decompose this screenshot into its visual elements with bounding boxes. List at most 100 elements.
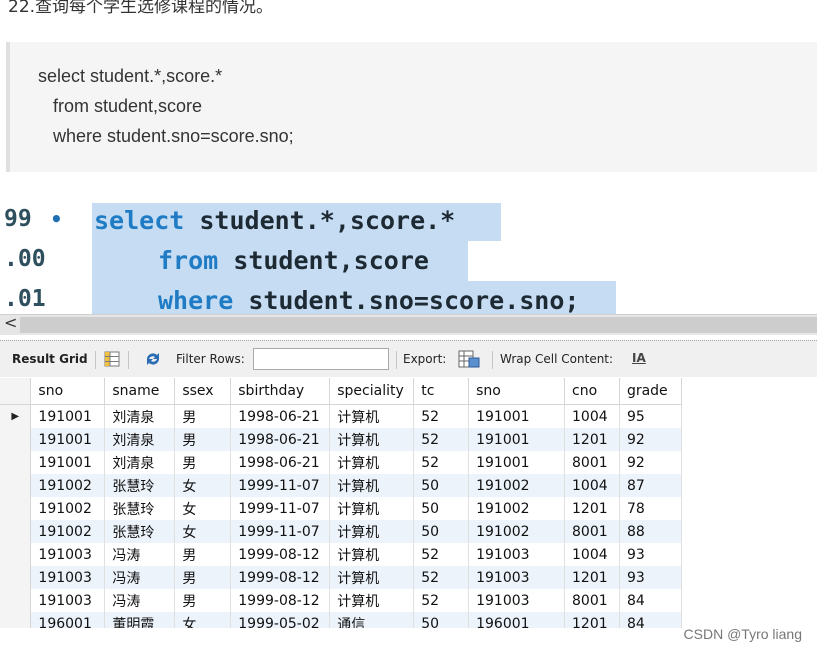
column-header[interactable]: grade — [619, 378, 682, 405]
table-cell[interactable]: 张慧玲 — [104, 497, 176, 520]
result-grid[interactable]: sno sname ssex sbirthday speciality tc sno cno g… — [0, 378, 682, 628]
table-cell[interactable]: 191002 — [468, 520, 565, 543]
table-cell[interactable]: 52 — [413, 451, 470, 474]
table-cell[interactable]: 191001 — [30, 404, 106, 428]
table-cell[interactable]: 通信 — [329, 612, 415, 628]
row-marker[interactable] — [0, 543, 32, 566]
table-cell[interactable]: 191002 — [468, 497, 565, 520]
table-cell[interactable]: 计算机 — [329, 404, 415, 428]
table-cell[interactable]: 87 — [619, 474, 682, 497]
table-cell[interactable]: 计算机 — [329, 589, 415, 612]
table-cell[interactable]: 男 — [174, 589, 232, 612]
table-cell[interactable]: 1999-08-12 — [230, 543, 331, 566]
table-row[interactable]: 191002 张慧玲女 1999-11-07 计算机 50 191002 8001 88 — [0, 520, 682, 543]
table-cell[interactable]: 92 — [619, 428, 682, 451]
table-cell[interactable]: 93 — [619, 566, 682, 589]
table-cell[interactable]: 1201 — [564, 497, 620, 520]
column-header[interactable]: cno — [564, 378, 620, 405]
row-marker[interactable] — [0, 451, 32, 474]
row-marker[interactable] — [0, 474, 32, 497]
column-header[interactable]: sno — [468, 378, 565, 405]
table-row[interactable]: ▶ 191001 刘清泉男 1998-06-21 计算机 52 191001 1004 95 — [0, 404, 682, 428]
column-header[interactable]: speciality — [329, 378, 415, 405]
refresh-icon[interactable] — [143, 350, 163, 368]
table-cell[interactable]: 52 — [413, 543, 470, 566]
table-cell[interactable]: 1998-06-21 — [230, 451, 331, 474]
export-icon[interactable] — [458, 350, 480, 368]
table-cell[interactable]: 张慧玲 — [104, 474, 176, 497]
row-marker[interactable] — [0, 589, 32, 612]
column-header[interactable]: sbirthday — [230, 378, 331, 405]
table-row[interactable]: 196001 董明霞女 1999-05-02 通信 50 196001 1201 84 — [0, 612, 682, 628]
table-cell[interactable]: 191003 — [468, 543, 565, 566]
table-cell[interactable]: 84 — [619, 589, 682, 612]
table-cell[interactable]: 52 — [413, 428, 470, 451]
column-header[interactable]: sno — [30, 378, 106, 405]
table-cell[interactable]: 191001 — [30, 428, 106, 451]
row-marker[interactable]: ▶ — [0, 404, 32, 428]
table-cell[interactable]: 93 — [619, 543, 682, 566]
table-cell[interactable]: 1998-06-21 — [230, 428, 331, 451]
table-cell[interactable]: 52 — [413, 404, 470, 428]
table-cell[interactable]: 196001 — [468, 612, 565, 628]
table-cell[interactable]: 1999-08-12 — [230, 589, 331, 612]
table-cell[interactable]: 刘清泉 — [104, 428, 176, 451]
table-cell[interactable]: 1201 — [564, 428, 620, 451]
table-cell[interactable]: 8001 — [564, 451, 620, 474]
table-row[interactable]: 191001 刘清泉男 1998-06-21 计算机 52 191001 8001 92 — [0, 451, 682, 474]
table-cell[interactable]: 191002 — [30, 520, 106, 543]
row-marker[interactable] — [0, 566, 32, 589]
table-cell[interactable]: 女 — [174, 497, 232, 520]
table-cell[interactable]: 男 — [174, 451, 232, 474]
table-cell[interactable]: 191002 — [468, 474, 565, 497]
result-grid-tab[interactable]: Result Grid — [12, 352, 88, 366]
grid-view-icon[interactable] — [104, 351, 120, 367]
table-cell[interactable]: 男 — [174, 566, 232, 589]
table-cell[interactable]: 冯涛 — [104, 566, 176, 589]
horizontal-scrollbar[interactable]: < — [0, 313, 817, 335]
table-cell[interactable]: 1998-06-21 — [230, 404, 331, 428]
table-cell[interactable]: 男 — [174, 543, 232, 566]
table-cell[interactable]: 男 — [174, 404, 232, 428]
table-cell[interactable]: 191003 — [30, 589, 106, 612]
table-cell[interactable]: 84 — [619, 612, 682, 628]
column-header[interactable]: tc — [413, 378, 470, 405]
table-cell[interactable]: 191003 — [468, 566, 565, 589]
table-cell[interactable]: 95 — [619, 404, 682, 428]
table-cell[interactable]: 78 — [619, 497, 682, 520]
table-row[interactable]: 191002 张慧玲女 1999-11-07 计算机 50 191002 1004 87 — [0, 474, 682, 497]
table-cell[interactable]: 191001 — [468, 404, 565, 428]
sql-editor[interactable]: 99 • select student.*,score.* .00 from s… — [0, 195, 817, 315]
column-header[interactable]: ssex — [174, 378, 232, 405]
column-header[interactable]: sname — [104, 378, 176, 405]
table-cell[interactable]: 191002 — [30, 497, 106, 520]
table-cell[interactable]: 1999-08-12 — [230, 566, 331, 589]
table-cell[interactable]: 1999-11-07 — [230, 520, 331, 543]
table-cell[interactable]: 计算机 — [329, 428, 415, 451]
table-cell[interactable]: 8001 — [564, 589, 620, 612]
table-cell[interactable]: 1004 — [564, 474, 620, 497]
table-cell[interactable]: 计算机 — [329, 497, 415, 520]
scrollbar-track[interactable] — [20, 317, 817, 333]
table-cell[interactable]: 50 — [413, 520, 470, 543]
table-cell[interactable]: 191001 — [468, 451, 565, 474]
table-cell[interactable]: 刘清泉 — [104, 451, 176, 474]
row-marker[interactable] — [0, 520, 32, 543]
table-cell[interactable]: 冯涛 — [104, 589, 176, 612]
table-cell[interactable]: 张慧玲 — [104, 520, 176, 543]
table-cell[interactable]: 计算机 — [329, 474, 415, 497]
table-cell[interactable]: 计算机 — [329, 520, 415, 543]
table-cell[interactable]: 董明霞 — [104, 612, 176, 628]
table-cell[interactable]: 1004 — [564, 404, 620, 428]
table-cell[interactable]: 1201 — [564, 612, 620, 628]
table-row[interactable]: 191003 冯涛男 1999-08-12 计算机 52 191003 1201 93 — [0, 566, 682, 589]
table-cell[interactable]: 191003 — [30, 566, 106, 589]
table-cell[interactable]: 88 — [619, 520, 682, 543]
filter-rows-input[interactable] — [253, 348, 389, 370]
table-cell[interactable]: 1999-05-02 — [230, 612, 331, 628]
table-row[interactable]: 191003 冯涛男 1999-08-12 计算机 52 191003 8001 84 — [0, 589, 682, 612]
table-cell[interactable]: 191003 — [468, 589, 565, 612]
table-cell[interactable]: 50 — [413, 474, 470, 497]
table-cell[interactable]: 刘清泉 — [104, 404, 176, 428]
table-cell[interactable]: 冯涛 — [104, 543, 176, 566]
